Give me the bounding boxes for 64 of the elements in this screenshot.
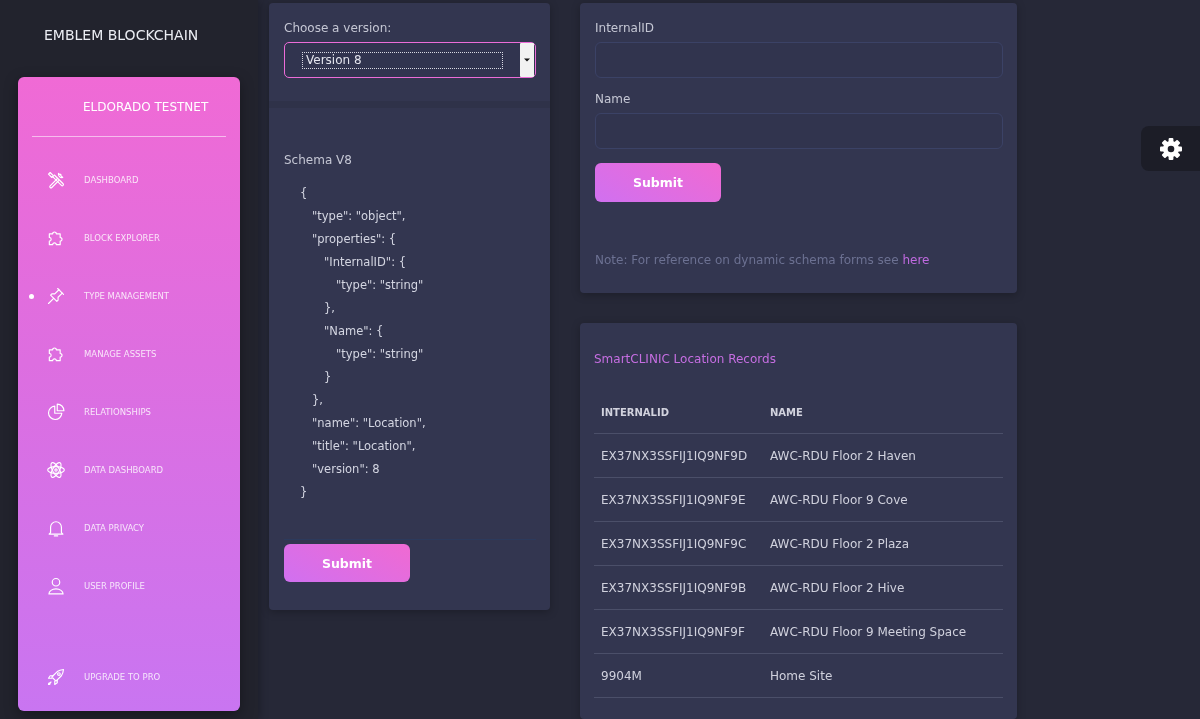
submit-button[interactable]: Submit <box>595 163 721 202</box>
code-line: }, <box>324 300 335 317</box>
puzzle-icon <box>46 344 66 364</box>
code-line: "type": "object", <box>312 208 406 225</box>
column-header: NAME <box>770 407 803 418</box>
active-dot-icon <box>29 293 34 299</box>
settings-button[interactable] <box>1141 126 1200 171</box>
table-cell: EX37NX3SSFIJ1IQ9NF9C <box>601 536 747 551</box>
code-line: }, <box>312 392 323 409</box>
table-cell: AWC-RDU Floor 2 Haven <box>770 448 916 463</box>
rocket-icon <box>46 667 66 687</box>
sidebar-item[interactable]: MANAGE ASSETS <box>18 325 230 383</box>
table-cell: EX37NX3SSFIJ1IQ9NF9F <box>601 624 745 639</box>
sidebar-item[interactable]: BLOCK EXPLORER <box>18 209 230 267</box>
user-icon <box>46 576 66 596</box>
code-line: { <box>300 185 308 202</box>
code-line: "Name": { <box>324 323 384 340</box>
pie-chart-icon <box>46 402 66 422</box>
caret-icon <box>520 43 534 77</box>
sidebar-item[interactable]: USER PROFILE <box>18 557 230 615</box>
table-cell: AWC-RDU Floor 9 Cove <box>770 492 908 507</box>
bell-icon <box>46 518 66 538</box>
atom-icon <box>46 460 66 480</box>
sidebar-item[interactable]: DATA DASHBOARD <box>18 441 230 499</box>
upgrade-link[interactable]: UPGRADE TO PRO <box>18 648 230 706</box>
code-line: "version": 8 <box>312 461 380 478</box>
note-text: Note: For reference on dynamic schema forms see here <box>595 252 930 268</box>
code-line: } <box>300 484 308 501</box>
sidebar-item[interactable]: RELATIONSHIPS <box>18 383 230 441</box>
table-cell: AWC-RDU Floor 2 Hive <box>770 580 905 595</box>
table-cell: EX37NX3SSFIJ1IQ9NF9B <box>601 580 747 595</box>
table-cell: AWC-RDU Floor 9 Meeting Space <box>770 624 967 639</box>
select-label: Choose a version: <box>284 20 393 36</box>
code-line: "type": "string" <box>336 277 424 294</box>
brand-title: EMBLEM BLOCKCHAIN <box>44 26 200 45</box>
here-link[interactable]: here <box>902 253 930 267</box>
submit-button[interactable]: Submit <box>284 544 410 582</box>
field-label: Name <box>595 91 631 107</box>
tools-icon <box>46 170 66 190</box>
input-field[interactable] <box>595 113 1003 149</box>
records-title: SmartCLINIC Location Records <box>594 351 776 367</box>
field-label: InternalID <box>595 20 655 36</box>
version-select[interactable]: Version 8 <box>284 42 536 78</box>
network-title: ELDORADO TESTNET <box>83 99 209 115</box>
table-cell: AWC-RDU Floor 2 Plaza <box>770 536 909 551</box>
sidebar-item[interactable]: DASHBOARD <box>18 151 230 209</box>
sidebar-item[interactable]: TYPE MANAGEMENT <box>18 267 230 325</box>
table-cell: EX37NX3SSFIJ1IQ9NF9E <box>601 492 746 507</box>
puzzle-icon <box>46 228 66 248</box>
table-cell: Home Site <box>770 668 833 683</box>
code-line: "InternalID": { <box>324 254 406 271</box>
code-line: } <box>324 369 332 386</box>
column-header: INTERNALID <box>601 407 669 418</box>
table-cell: 9904M <box>601 668 642 683</box>
schema-title: Schema V8 <box>284 152 352 168</box>
sidebar-item[interactable]: DATA PRIVACY <box>18 499 230 557</box>
code-line: "type": "string" <box>336 346 424 363</box>
code-line: "name": "Location", <box>312 415 426 432</box>
input-field[interactable] <box>595 42 1003 78</box>
code-line: "title": "Location", <box>312 438 416 455</box>
table-cell: EX37NX3SSFIJ1IQ9NF9D <box>601 448 748 463</box>
code-line: "properties": { <box>312 231 397 248</box>
pin-icon <box>46 286 66 306</box>
settings-icon <box>1158 136 1183 161</box>
